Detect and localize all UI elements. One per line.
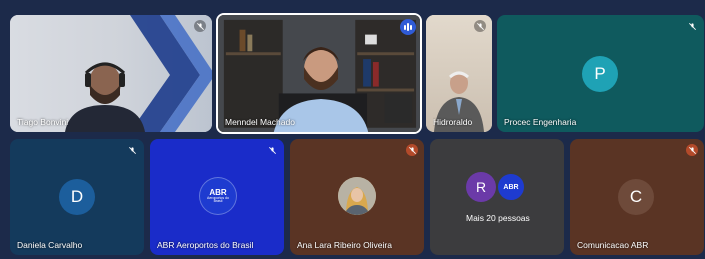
- participant-name: Comunicacao ABR: [577, 240, 649, 250]
- participant-name: Ana Lara Ribeiro Oliveira: [297, 240, 392, 250]
- participant-tile-ana[interactable]: Ana Lara Ribeiro Oliveira: [290, 139, 424, 255]
- participant-grid: Tiago Bonvini Menndel Machado Hidroraldo…: [0, 0, 705, 259]
- participant-tile-hidroraldo[interactable]: Hidroraldo: [426, 15, 492, 132]
- participant-name: ABR Aeroportos do Brasil: [157, 240, 254, 250]
- mic-off-icon: [126, 144, 138, 156]
- abr-logo-subtext: Aeroportos do Brasil: [207, 195, 229, 203]
- more-participants-tile[interactable]: R ABR Mais 20 pessoas: [430, 139, 564, 255]
- avatar: D: [59, 179, 95, 215]
- participant-name: Menndel Machado: [225, 117, 295, 127]
- abr-logo: ABR Aeroportos do Brasil: [199, 177, 237, 215]
- participant-tile-tiago[interactable]: Tiago Bonvini: [10, 15, 212, 132]
- mic-off-icon: [686, 144, 698, 156]
- participant-name: Procec Engenharia: [504, 117, 577, 127]
- participant-tile-daniela[interactable]: D Daniela Carvalho: [10, 139, 144, 255]
- avatar: R: [466, 172, 496, 202]
- participant-tile-abr[interactable]: ABR Aeroportos do Brasil ABR Aeroportos …: [150, 139, 284, 255]
- mic-off-icon: [194, 20, 206, 32]
- more-participants-label: Mais 20 pessoas: [466, 213, 530, 223]
- mic-off-icon: [474, 20, 486, 32]
- participant-tile-procec[interactable]: P Procec Engenharia: [497, 15, 704, 132]
- mic-off-icon: [266, 144, 278, 156]
- mic-off-icon: [406, 144, 418, 156]
- participant-name: Daniela Carvalho: [17, 240, 83, 250]
- abr-logo-text: ABR: [503, 183, 519, 191]
- mic-off-icon: [686, 20, 698, 32]
- avatar-photo: [338, 177, 376, 215]
- avatar: C: [618, 179, 654, 215]
- participant-video-person: [65, 62, 145, 132]
- abr-logo-small: ABR: [496, 172, 526, 202]
- participant-tile-menndel[interactable]: Menndel Machado: [216, 13, 422, 134]
- participant-name: Hidroraldo: [433, 117, 473, 127]
- participant-name: Tiago Bonvini: [17, 117, 69, 127]
- audio-level-icon: [400, 19, 416, 35]
- avatar: P: [582, 56, 618, 92]
- participant-tile-comunicacao[interactable]: C Comunicacao ABR: [570, 139, 704, 255]
